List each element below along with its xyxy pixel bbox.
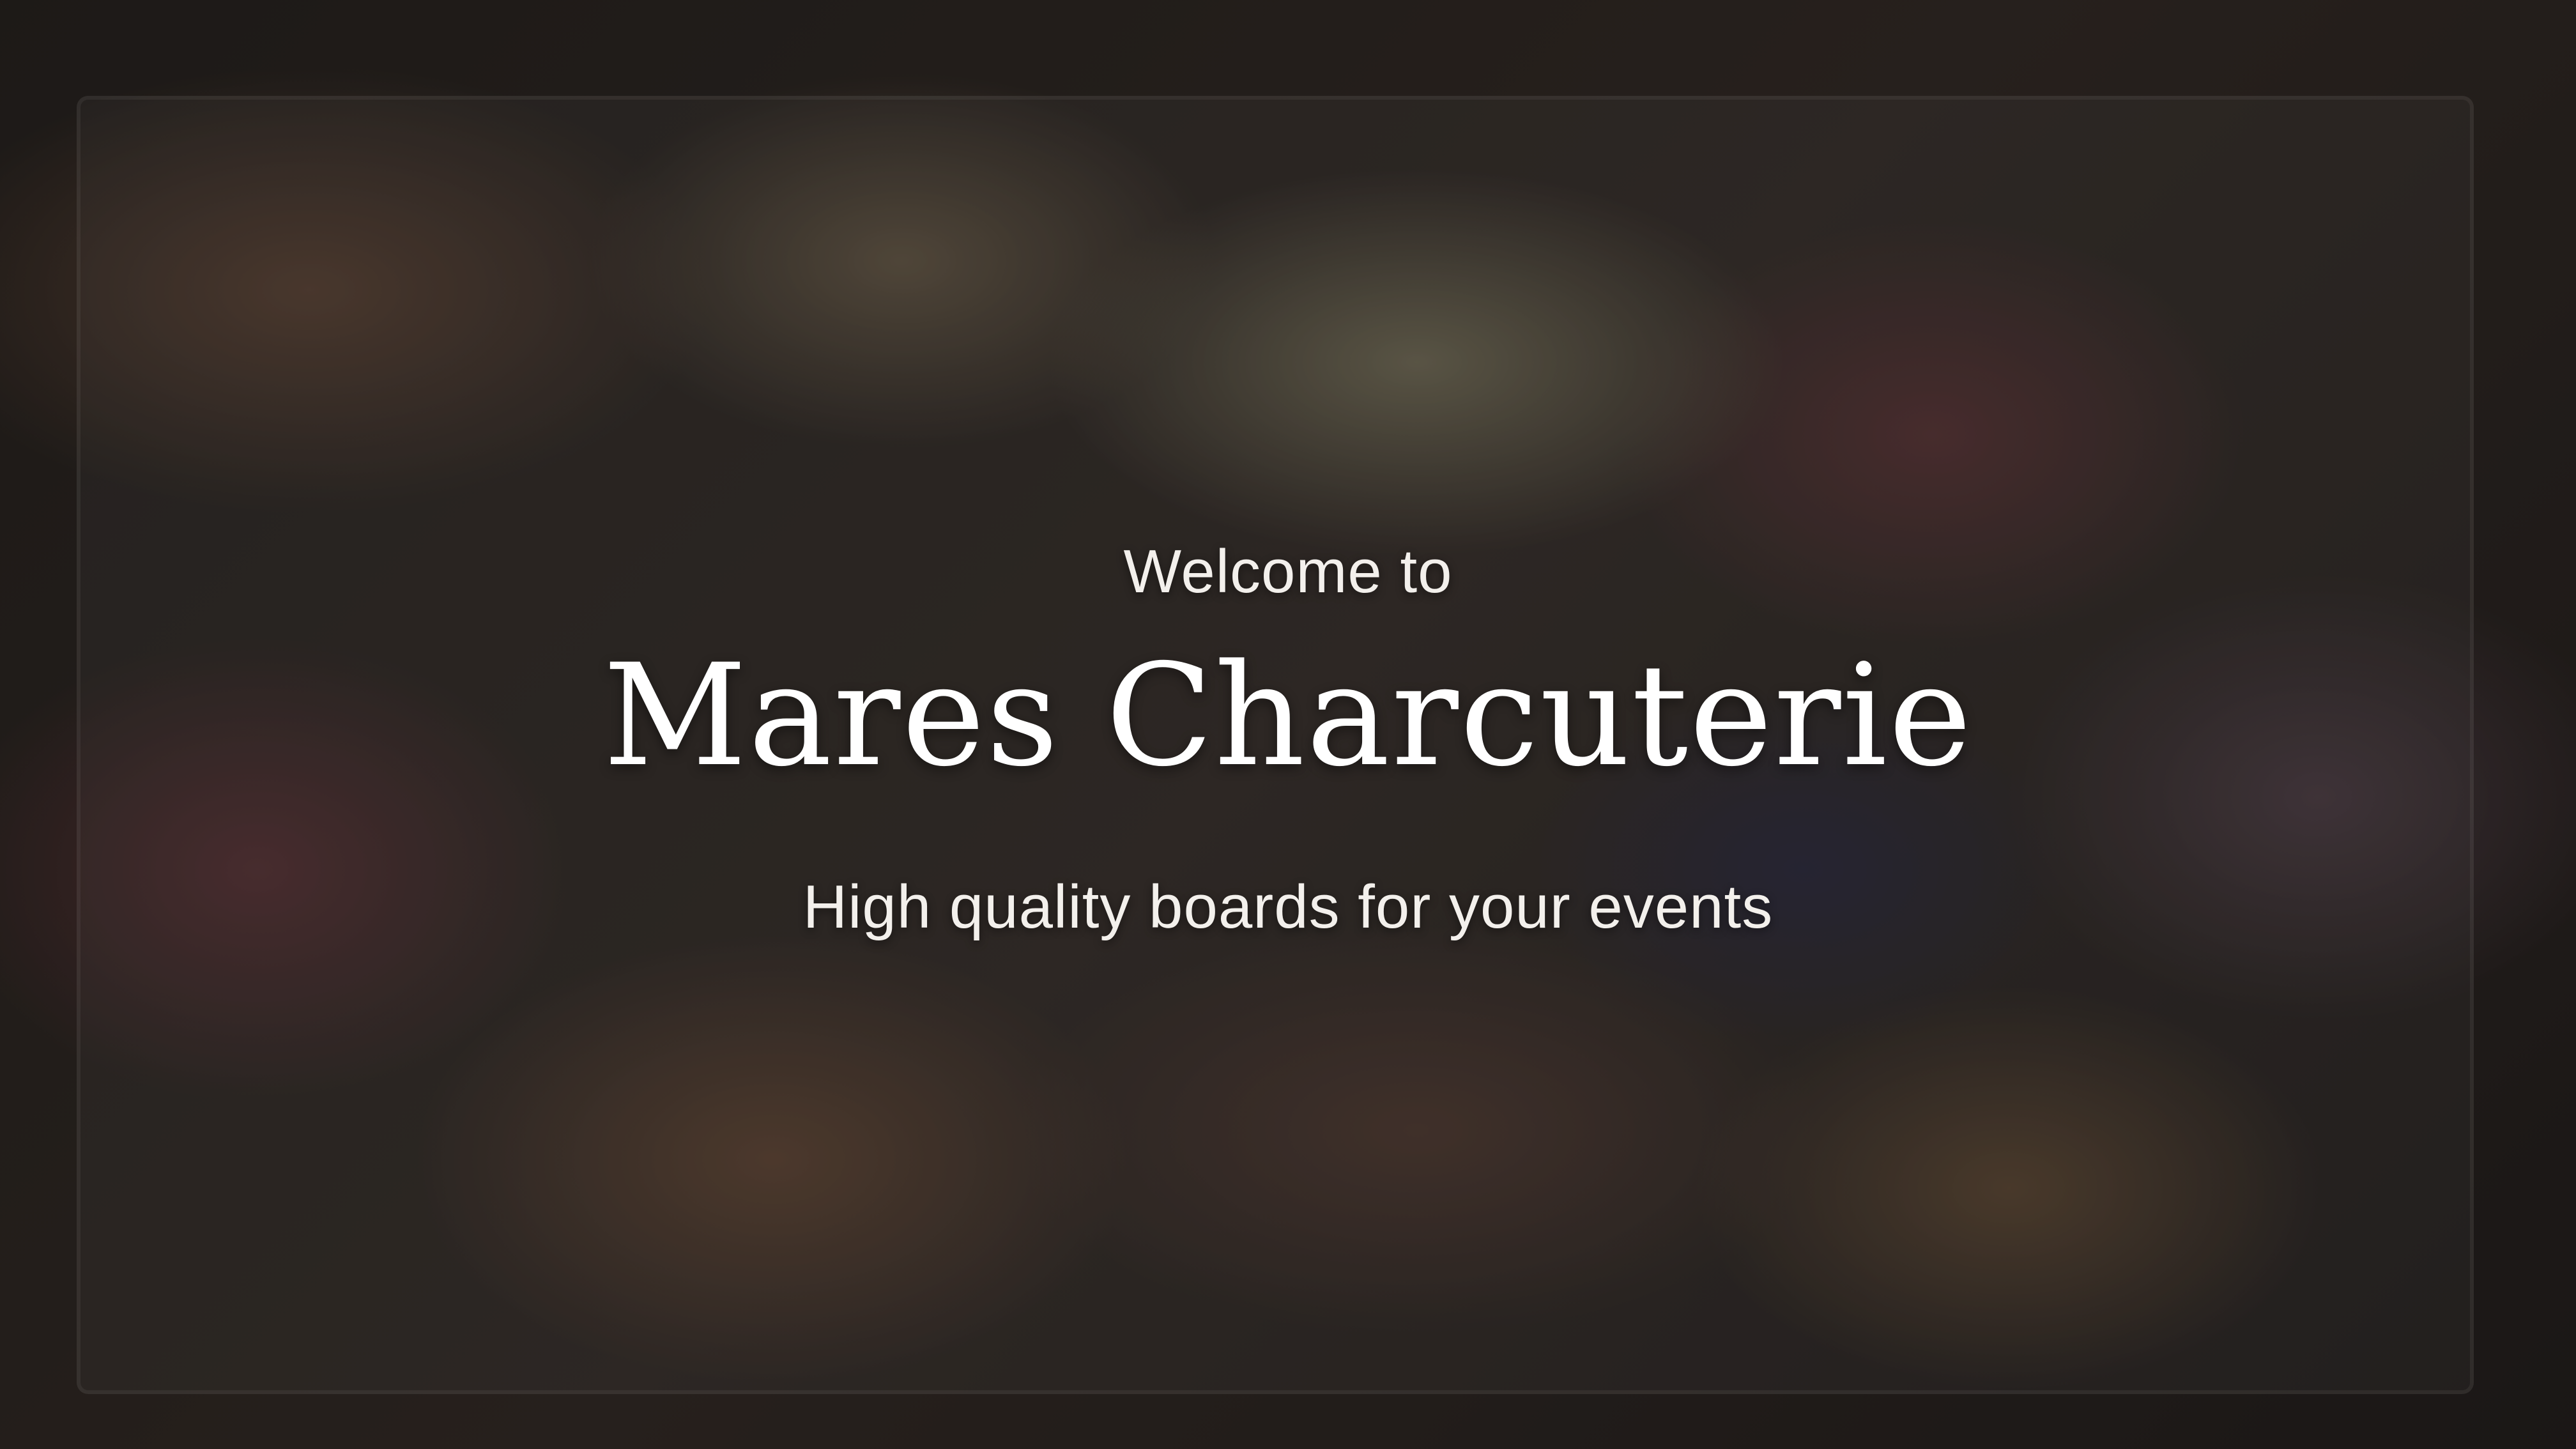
welcome-text: Welcome to bbox=[1123, 537, 1453, 606]
tagline-text: High quality boards for your events bbox=[802, 873, 1774, 941]
hero-section: Welcome to Mares Charcuterie High qualit… bbox=[0, 0, 2576, 1449]
hero-content: Welcome to Mares Charcuterie High qualit… bbox=[0, 0, 2576, 1449]
brand-title: Mares Charcuterie bbox=[602, 634, 1974, 797]
